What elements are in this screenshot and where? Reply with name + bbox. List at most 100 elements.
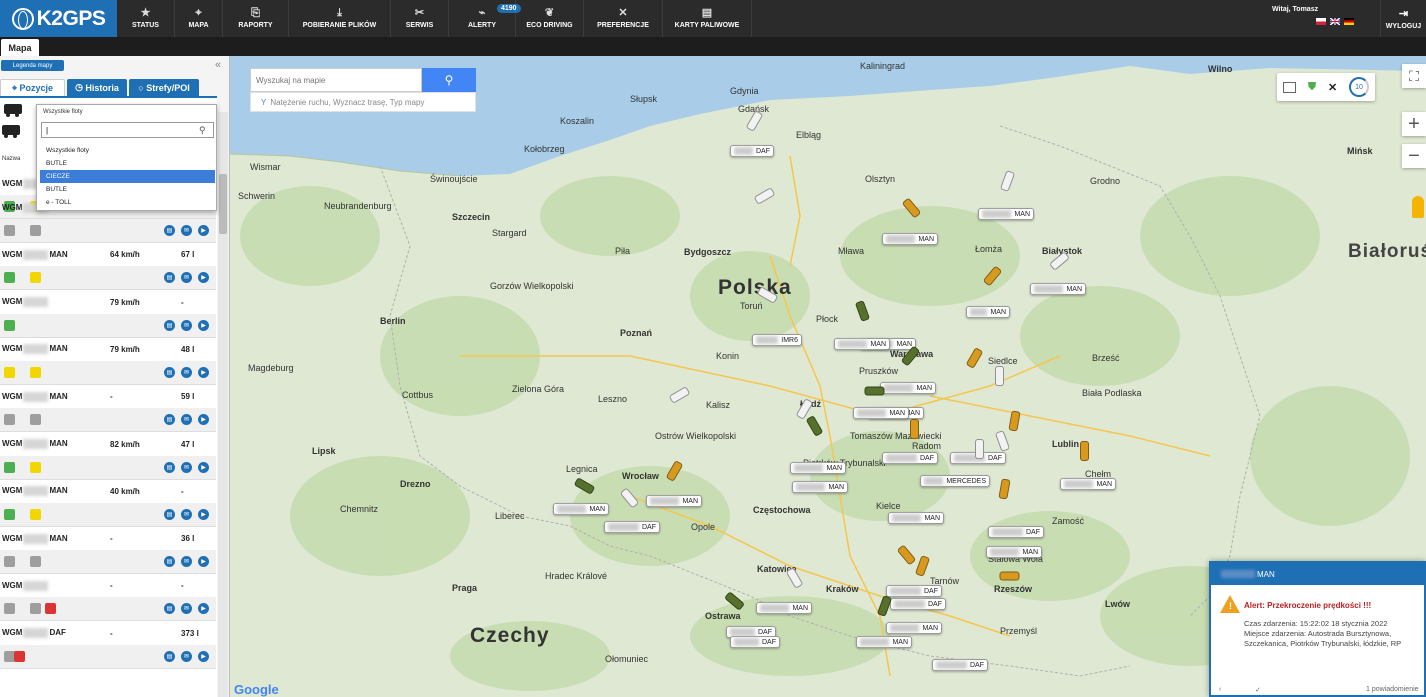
panel-scrollbar[interactable] xyxy=(218,112,228,697)
vehicle-map-label[interactable]: MAN xyxy=(756,602,812,614)
vehicle-row[interactable]: WGM DAF - 373 l ▤ ✉ ▶ xyxy=(0,622,216,669)
shield-icon[interactable]: ⛊ xyxy=(1308,81,1316,94)
tab-strefy-poi[interactable]: ○ Strefy/POI xyxy=(129,79,199,96)
refresh-counter[interactable]: 10 xyxy=(1349,77,1370,97)
message-icon[interactable]: ✉ xyxy=(181,603,192,615)
truck-icon[interactable] xyxy=(2,125,20,138)
vehicle-map-label[interactable]: DAF xyxy=(890,598,946,610)
column-header-name[interactable]: Nazwa xyxy=(2,156,20,162)
nav-serwis[interactable]: ✂ SERWIS xyxy=(391,0,449,37)
nav-eco-driving[interactable]: ❦ ECO DRIVING xyxy=(516,0,584,37)
street-view-pegman-icon[interactable] xyxy=(1412,196,1424,218)
fleet-option[interactable]: BUTLE xyxy=(40,183,215,196)
details-icon[interactable]: ▤ xyxy=(164,603,175,615)
vehicle-map-label[interactable]: MAN xyxy=(853,407,909,419)
status-grey-icon[interactable] xyxy=(4,414,15,426)
flag-uk-icon[interactable] xyxy=(1330,18,1340,25)
vehicle-row[interactable]: WGM MAN 64 km/h 67 l ▤ ✉ ▶ xyxy=(0,243,216,291)
status-green-icon[interactable] xyxy=(4,272,15,284)
locate-icon[interactable]: ▶ xyxy=(198,508,209,520)
status-grey-icon[interactable] xyxy=(30,414,41,426)
vehicle-map-label[interactable]: DAF xyxy=(882,452,938,464)
vehicle-map-label[interactable]: MAN xyxy=(790,462,846,474)
vehicle-map-label[interactable]: DAF xyxy=(730,145,774,157)
fleet-option[interactable]: CIECZE xyxy=(40,170,215,183)
vehicle-row[interactable]: WGM MAN 40 km/h - ▤ ✉ ▶ xyxy=(0,480,216,527)
fleet-option[interactable]: BUTLE xyxy=(40,157,215,170)
message-icon[interactable]: ✉ xyxy=(181,414,192,426)
message-icon[interactable]: ✉ xyxy=(181,650,192,662)
status-yellow-icon[interactable] xyxy=(30,272,41,284)
alert-notification[interactable]: MAN ! Alert: Przekroczenie prędkości !!!… xyxy=(1209,561,1426,697)
status-grey-icon[interactable] xyxy=(4,225,15,236)
vehicle-marker-icon[interactable] xyxy=(910,419,919,439)
locate-icon[interactable]: ▶ xyxy=(198,225,209,236)
vehicle-map-label[interactable]: MAN xyxy=(978,208,1034,220)
flag-pl-icon[interactable] xyxy=(1316,18,1326,25)
truck-icon[interactable] xyxy=(4,104,22,117)
vehicle-map-label[interactable]: MAN xyxy=(856,636,912,648)
vehicle-row[interactable]: WGM - - ▤ ✉ ▶ xyxy=(0,574,216,622)
vehicle-row[interactable]: WGM MAN 82 km/h 47 l ▤ ✉ ▶ xyxy=(0,433,216,480)
map-search-button[interactable]: ⚲ xyxy=(422,68,476,92)
nav-karty-paliwowe[interactable]: ▤ KARTY PALIWOWE xyxy=(663,0,752,37)
vehicle-map-label[interactable]: MAN xyxy=(986,546,1042,558)
nav-preferencje[interactable]: ✕ PREFERENCJE xyxy=(584,0,663,37)
locate-icon[interactable]: ▶ xyxy=(198,366,209,378)
status-green-icon[interactable] xyxy=(4,508,15,520)
vehicle-map-label[interactable]: DAF xyxy=(730,636,780,648)
message-icon[interactable]: ✉ xyxy=(181,366,192,378)
status-grey-icon[interactable] xyxy=(30,225,41,236)
nav-raporty[interactable]: ⎘ RAPORTY xyxy=(223,0,289,37)
details-icon[interactable]: ▤ xyxy=(164,272,175,284)
vehicle-map-label[interactable]: DAF xyxy=(932,659,988,671)
locate-icon[interactable]: ▶ xyxy=(198,603,209,615)
nav-status[interactable]: ★ STATUS xyxy=(117,0,175,37)
vehicle-map-label[interactable]: DAF xyxy=(604,521,660,533)
vehicle-map-label[interactable]: MAN xyxy=(792,481,848,493)
zoom-in-button[interactable]: + xyxy=(1402,112,1426,136)
locate-icon[interactable]: ▶ xyxy=(198,414,209,426)
message-icon[interactable]: ✉ xyxy=(181,225,192,236)
vehicle-map-label[interactable]: MAN xyxy=(886,622,942,634)
status-yellow-icon[interactable] xyxy=(30,366,41,378)
tab-historia[interactable]: ◷ Historia xyxy=(67,79,127,96)
status-grey-icon[interactable] xyxy=(30,556,41,568)
status-grey-icon[interactable] xyxy=(4,603,15,615)
status-yellow-icon[interactable] xyxy=(4,366,15,378)
locate-icon[interactable]: ▶ xyxy=(198,556,209,568)
fleet-dropdown[interactable]: Wszystkie floty ⚲ Wszystkie flotyBUTLECI… xyxy=(36,104,217,211)
map-search-input[interactable] xyxy=(250,68,422,92)
vehicle-map-label[interactable]: MAN xyxy=(553,503,609,515)
details-icon[interactable]: ▤ xyxy=(164,556,175,568)
vehicle-map-label[interactable]: DAF xyxy=(988,526,1044,538)
tab-pozycje[interactable]: ⌖ Pozycje xyxy=(0,79,65,96)
vehicle-map-label[interactable]: MAN xyxy=(834,338,890,350)
vehicle-map-label[interactable]: IMR6 xyxy=(752,334,802,346)
scrollbar-thumb[interactable] xyxy=(219,174,227,234)
locate-icon[interactable]: ▶ xyxy=(198,272,209,284)
fullscreen-button[interactable]: ⛶ xyxy=(1402,64,1426,88)
logout-button[interactable]: ⇥ WYLOGUJ xyxy=(1380,0,1426,37)
details-icon[interactable]: ▤ xyxy=(164,319,175,331)
vehicle-row[interactable]: WGM MAN 79 km/h 48 l ▤ ✉ ▶ xyxy=(0,338,216,385)
locate-icon[interactable]: ▶ xyxy=(198,650,209,662)
details-icon[interactable]: ▤ xyxy=(164,366,175,378)
vehicle-map-label[interactable]: MAN xyxy=(888,512,944,524)
check-icon[interactable]: ✓ xyxy=(1255,686,1261,694)
fleet-option[interactable]: e - TOLL xyxy=(40,196,215,209)
flag-de-icon[interactable] xyxy=(1344,18,1354,25)
vehicle-map-label[interactable]: MAN xyxy=(966,306,1010,318)
vehicle-row[interactable]: WGM MAN - 36 l ▤ ✉ ▶ xyxy=(0,527,216,575)
vehicle-map-label[interactable]: MAN xyxy=(646,495,702,507)
status-yellow-icon[interactable] xyxy=(30,461,41,473)
status-red-icon[interactable] xyxy=(14,650,25,662)
message-icon[interactable]: ✉ xyxy=(181,508,192,520)
nav-alerty[interactable]: ⌁ ALERTY 4190 xyxy=(449,0,521,37)
zoom-out-button[interactable]: − xyxy=(1402,144,1426,168)
vehicle-marker-icon[interactable] xyxy=(999,571,1020,581)
vehicle-marker-icon[interactable] xyxy=(864,386,885,396)
vehicle-marker-icon[interactable] xyxy=(975,439,984,459)
details-icon[interactable]: ▤ xyxy=(164,650,175,662)
collapse-panel-icon[interactable]: « xyxy=(215,59,221,71)
